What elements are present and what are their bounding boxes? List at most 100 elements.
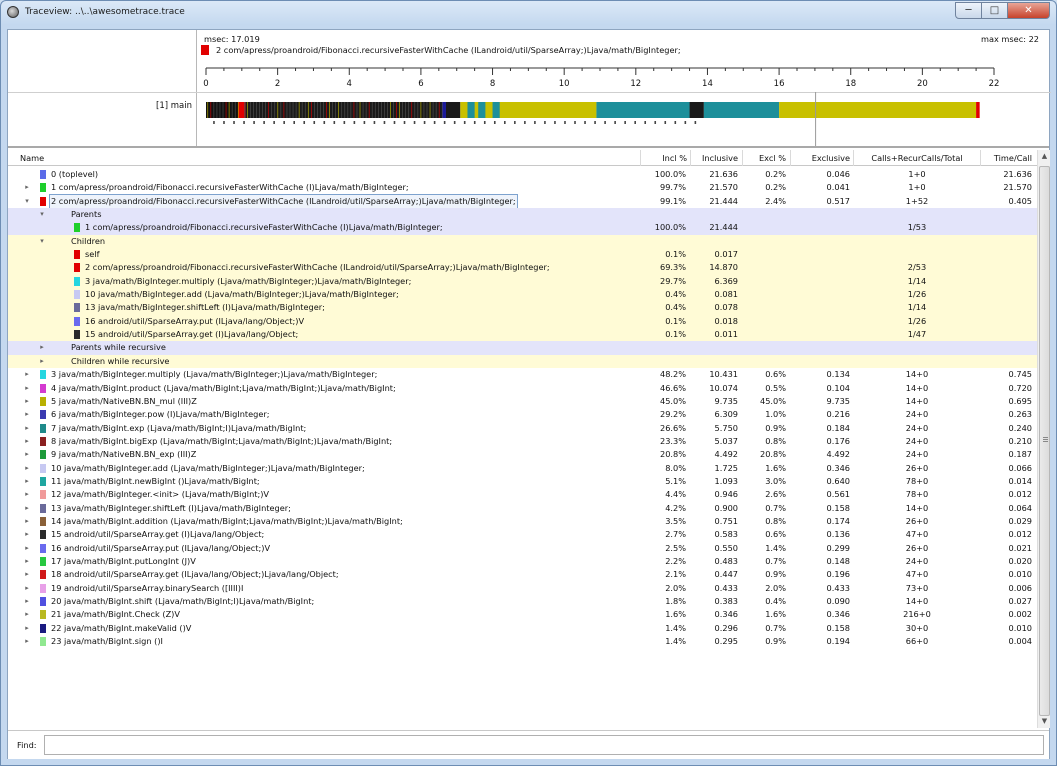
relation-row[interactable]: 10 java/math/BigInteger.add (Ljava/math/… <box>8 288 1037 302</box>
method-name: 16 android/util/SparseArray.put (ILjava/… <box>85 315 305 326</box>
method-row[interactable]: ▸ 12 java/math/BigInteger.<init> (Ljava/m… <box>8 488 1037 501</box>
group-header-row[interactable]: ▸ Parents while recursive <box>8 341 1037 355</box>
collapse-arrow-icon[interactable]: ▾ <box>38 235 46 248</box>
expand-arrow-icon[interactable]: ▸ <box>23 422 31 435</box>
method-row[interactable]: ▸ 14 java/math/BigInt.addition (Ljava/mat… <box>8 515 1037 528</box>
scrollbar-thumb[interactable] <box>1039 166 1050 716</box>
method-row[interactable]: 0 (toplevel) 100.0% 21.636 0.2% 0.046 21.636 1… <box>8 168 1037 181</box>
find-input[interactable] <box>44 735 1044 755</box>
method-row[interactable]: ▸ 4 java/math/BigInt.product (Ljava/math/… <box>8 382 1037 395</box>
cell-incl-pct: 1.6% <box>665 609 686 620</box>
relation-row[interactable]: 1 com/apress/proandroid/Fibonacci.recurs… <box>8 221 1037 235</box>
expand-arrow-icon[interactable]: ▸ <box>38 355 46 368</box>
relation-row[interactable]: 2 com/apress/proandroid/Fibonacci.recurs… <box>8 261 1037 275</box>
expand-arrow-icon[interactable]: ▸ <box>23 608 31 621</box>
method-row[interactable]: ▸ 17 java/math/BigInt.putLongInt (J)V 2.2%… <box>8 555 1037 568</box>
timeline-sample-mark <box>443 121 446 124</box>
expand-arrow-icon[interactable]: ▸ <box>23 368 31 381</box>
relation-row[interactable]: 13 java/math/BigInteger.shiftLeft (I)Lja… <box>8 301 1037 315</box>
scroll-up-arrow-icon[interactable]: ▲ <box>1038 150 1051 163</box>
scroll-down-arrow-icon[interactable]: ▼ <box>1038 715 1051 728</box>
expand-arrow-icon[interactable]: ▸ <box>23 448 31 461</box>
method-row[interactable]: ▸ 11 java/math/BigInt.newBigInt ()Ljava/m… <box>8 475 1037 488</box>
method-row[interactable]: ▸ 1 com/apress/proandroid/Fibonacci.recur… <box>8 181 1037 194</box>
column-separator[interactable] <box>853 150 854 166</box>
col-header-name[interactable]: Name <box>20 153 44 163</box>
method-row[interactable]: ▸ 21 java/math/BigInt.Check (Z)V 1.6% 0.346… <box>8 608 1037 621</box>
method-row[interactable]: ▸ 10 java/math/BigInteger.add (Ljava/math… <box>8 462 1037 475</box>
expand-arrow-icon[interactable]: ▸ <box>23 462 31 475</box>
column-separator[interactable] <box>790 150 791 166</box>
method-row[interactable]: ▸ 19 android/util/SparseArray.binarySearc… <box>8 582 1037 595</box>
method-row[interactable]: ▸ 8 java/math/BigInt.bigExp (Ljava/math/B… <box>8 435 1037 448</box>
method-row[interactable]: ▸ 23 java/math/BigInt.sign ()I 1.4% 0.295 0.… <box>8 635 1037 648</box>
expand-arrow-icon[interactable]: ▸ <box>23 488 31 501</box>
relation-row[interactable]: 3 java/math/BigInteger.multiply (Ljava/m… <box>8 274 1037 289</box>
timeline-sample-mark <box>504 121 506 124</box>
method-row[interactable]: ▸ 5 java/math/NativeBN.BN_mul (III)Z 45.0%… <box>8 395 1037 408</box>
maximize-button[interactable]: □ <box>981 2 1008 19</box>
title-bar[interactable]: Traceview: ..\..\awesometrace.trace ─ □ … <box>1 1 1056 25</box>
timeline-bar <box>478 102 486 118</box>
close-button[interactable]: ✕ <box>1007 2 1050 19</box>
method-row[interactable]: ▸ 20 java/math/BigInt.shift (Ljava/math/B… <box>8 595 1037 608</box>
column-separator[interactable] <box>690 150 691 166</box>
expand-arrow-icon[interactable]: ▸ <box>23 181 31 194</box>
column-separator[interactable] <box>742 150 743 166</box>
profile-table: Name Incl % Inclusive Excl % Exclusive C… <box>8 150 1037 728</box>
method-row[interactable]: ▸ 6 java/math/BigInteger.pow (I)Ljava/mat… <box>8 408 1037 421</box>
relation-row[interactable]: 16 android/util/SparseArray.put (ILjava/… <box>8 314 1037 329</box>
method-row[interactable]: ▸ 18 android/util/SparseArray.get (ILjava… <box>8 568 1037 581</box>
group-header-row[interactable]: ▾ Parents <box>8 208 1037 222</box>
expand-arrow-icon[interactable]: ▸ <box>23 542 31 555</box>
collapse-arrow-icon[interactable]: ▾ <box>23 195 31 208</box>
expand-arrow-icon[interactable]: ▸ <box>23 408 31 421</box>
expand-arrow-icon[interactable]: ▸ <box>23 582 31 595</box>
col-header-exclusive[interactable]: Exclusive <box>794 153 850 163</box>
cell-excl-pct: 0.6% <box>765 369 786 380</box>
col-header-calls[interactable]: Calls+RecurCalls/Total <box>856 153 978 163</box>
col-header-time-per-call[interactable]: Time/Call <box>984 153 1032 163</box>
method-color-swatch <box>40 450 46 460</box>
cell-excl-pct: 0.8% <box>765 435 786 446</box>
col-header-excl-pct[interactable]: Excl % <box>746 153 786 163</box>
method-row[interactable]: ▾ 2 com/apress/proandroid/Fibonacci.recur… <box>8 193 1037 210</box>
expand-arrow-icon[interactable]: ▸ <box>23 382 31 395</box>
column-separator[interactable] <box>980 150 981 166</box>
cell-calls: 47+0 <box>905 529 929 540</box>
timeline-chart[interactable]: 0 2 4 6 8 10 12 14 16 18 20 22 <box>8 30 1051 146</box>
group-header-row[interactable]: ▾ Children <box>8 234 1037 249</box>
cell-exclusive: 0.104 <box>826 382 850 393</box>
relation-row[interactable]: self 0.1% 0.017 <box>8 248 1037 262</box>
expand-arrow-icon[interactable]: ▸ <box>23 622 31 635</box>
expand-arrow-icon[interactable]: ▸ <box>23 395 31 408</box>
col-header-incl-pct[interactable]: Incl % <box>647 153 687 163</box>
method-row[interactable]: ▸ 22 java/math/BigInt.makeValid ()V 1.4% 0.… <box>8 622 1037 635</box>
method-row[interactable]: ▸ 3 java/math/BigInteger.multiply (Ljava/… <box>8 368 1037 381</box>
method-row[interactable]: ▸ 7 java/math/BigInt.exp (Ljava/math/BigI… <box>8 422 1037 435</box>
expand-arrow-icon[interactable]: ▸ <box>23 635 31 648</box>
vertical-scrollbar[interactable]: ▲ ▼ <box>1037 150 1050 728</box>
minimize-button[interactable]: ─ <box>955 2 982 19</box>
col-header-inclusive[interactable]: Inclusive <box>694 153 738 163</box>
expand-arrow-icon[interactable]: ▸ <box>23 515 31 528</box>
cell-exclusive: 0.158 <box>826 622 850 633</box>
method-row[interactable]: ▸ 16 android/util/SparseArray.put (ILjava… <box>8 542 1037 555</box>
expand-arrow-icon[interactable]: ▸ <box>23 555 31 568</box>
method-row[interactable]: ▸ 15 android/util/SparseArray.get (I)Ljav… <box>8 528 1037 541</box>
group-header-row[interactable]: ▸ Children while recursive <box>8 354 1037 369</box>
expand-arrow-icon[interactable]: ▸ <box>38 341 46 354</box>
column-separator[interactable] <box>640 150 641 166</box>
timeline-panel[interactable]: [1] main msec: 17.019 max msec: 22 2 com… <box>8 30 1051 148</box>
expand-arrow-icon[interactable]: ▸ <box>23 595 31 608</box>
expand-arrow-icon[interactable]: ▸ <box>23 502 31 515</box>
method-row[interactable]: ▸ 13 java/math/BigInteger.shiftLeft (I)Lj… <box>8 502 1037 515</box>
method-row[interactable]: ▸ 9 java/math/NativeBN.BN_exp (III)Z 20.8%… <box>8 448 1037 461</box>
expand-arrow-icon[interactable]: ▸ <box>23 568 31 581</box>
expand-arrow-icon[interactable]: ▸ <box>23 475 31 488</box>
timeline-sample-mark <box>644 121 647 124</box>
relation-row[interactable]: 15 android/util/SparseArray.get (I)Ljava… <box>8 328 1037 342</box>
expand-arrow-icon[interactable]: ▸ <box>23 528 31 541</box>
collapse-arrow-icon[interactable]: ▾ <box>38 208 46 221</box>
expand-arrow-icon[interactable]: ▸ <box>23 435 31 448</box>
